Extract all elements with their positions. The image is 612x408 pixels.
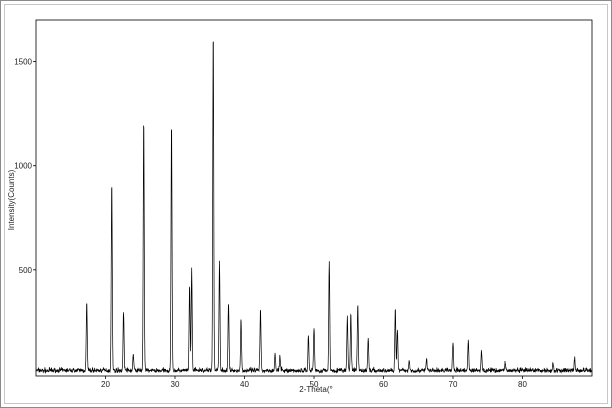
x-axis-title: 2-Theta(° <box>299 385 332 394</box>
y-axis: 500 1000 1500 <box>14 58 36 275</box>
y-axis-title: Intensity(Counts) <box>7 169 16 230</box>
x-tick-label: 60 <box>379 380 388 389</box>
xrd-chart: 50010001500 20 30 40 50 60 70 80 2-Theta(° Int… <box>7 19 593 394</box>
x-tick-label: 80 <box>518 380 527 389</box>
x-tick-label: 40 <box>240 380 249 389</box>
y-tick-label: 1500 <box>14 58 32 67</box>
y-tick-label: 500 <box>19 266 33 275</box>
y-tick-label: 1000 <box>14 162 32 171</box>
x-tick-label: 30 <box>171 380 180 389</box>
x-tick-label: 70 <box>449 380 458 389</box>
x-tick-label: 20 <box>101 380 110 389</box>
plot-area <box>35 19 593 377</box>
